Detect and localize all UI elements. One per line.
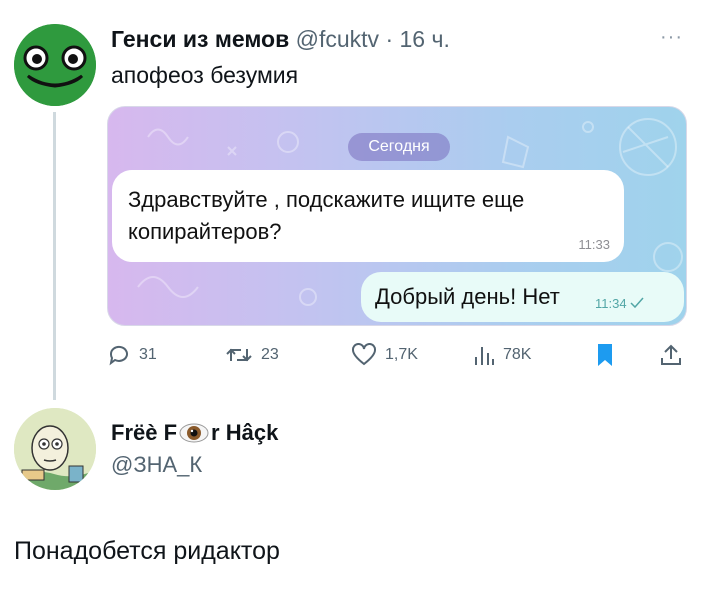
more-options-icon[interactable]: ···	[660, 26, 683, 49]
reply-text: Понадобется ридактор	[14, 537, 280, 565]
tweet-text: апофеоз безумия	[111, 62, 299, 88]
cartoon-face-icon	[14, 408, 96, 490]
views-button[interactable]: 78K	[473, 340, 531, 370]
incoming-message-text: Здравствуйте , подскажите ищите еще копи…	[128, 187, 525, 244]
date-pill: Сегодня	[348, 133, 450, 161]
tweet-action-bar: 31 23 1,7K 78K	[107, 340, 687, 370]
frog-face-icon	[14, 24, 96, 106]
author-name[interactable]: Генси из мемов	[111, 26, 289, 52]
views-icon	[475, 347, 494, 365]
outgoing-message-bubble: Добрый день! Нет 11:34	[361, 272, 684, 322]
share-icon	[661, 344, 681, 365]
reply-name-part1: Frëè F	[111, 420, 178, 445]
thread-line	[53, 112, 56, 400]
author-handle[interactable]: @fcuktv	[296, 26, 379, 52]
reply-button[interactable]: 31	[107, 340, 157, 370]
view-count: 78K	[503, 346, 532, 363]
outgoing-message-time: 11:34	[595, 296, 627, 311]
retweet-button[interactable]: 23	[225, 340, 279, 370]
separator-dot: ·	[385, 26, 394, 52]
reply-name-part2: r Hâçk	[211, 420, 279, 445]
reply-count: 31	[139, 346, 157, 363]
checkmark-icon	[630, 297, 644, 309]
bookmark-icon	[598, 344, 612, 366]
outgoing-message-text: Добрый день! Нет	[375, 284, 560, 309]
retweet-count: 23	[261, 346, 279, 363]
frog-avatar[interactable]	[14, 24, 96, 106]
incoming-message-time: 11:33	[578, 237, 610, 252]
eye-emoji-icon	[179, 423, 209, 443]
tweet-media-image[interactable]: Сегодня Здравствуйте , подскажите ищите …	[107, 106, 687, 326]
share-button[interactable]	[659, 340, 683, 370]
tweet-time[interactable]: 16 ч.	[400, 26, 450, 52]
reply-avatar[interactable]	[14, 408, 96, 490]
bookmark-button[interactable]	[595, 340, 615, 370]
tweet-header: Генси из мемов @fcuktv · 16 ч.	[111, 26, 450, 53]
reply-icon	[109, 345, 128, 366]
retweet-icon	[226, 348, 252, 362]
incoming-message-bubble: Здравствуйте , подскажите ищите еще копи…	[112, 170, 624, 262]
like-button[interactable]: 1,7K	[351, 340, 418, 370]
reply-author-handle[interactable]: @ЗНА_К	[111, 452, 202, 478]
heart-icon	[352, 343, 376, 366]
reply-author-name[interactable]: Frëè F r Hâçk	[111, 420, 278, 446]
outgoing-message-time-row: 11:34	[595, 296, 644, 311]
like-count: 1,7K	[385, 346, 418, 363]
